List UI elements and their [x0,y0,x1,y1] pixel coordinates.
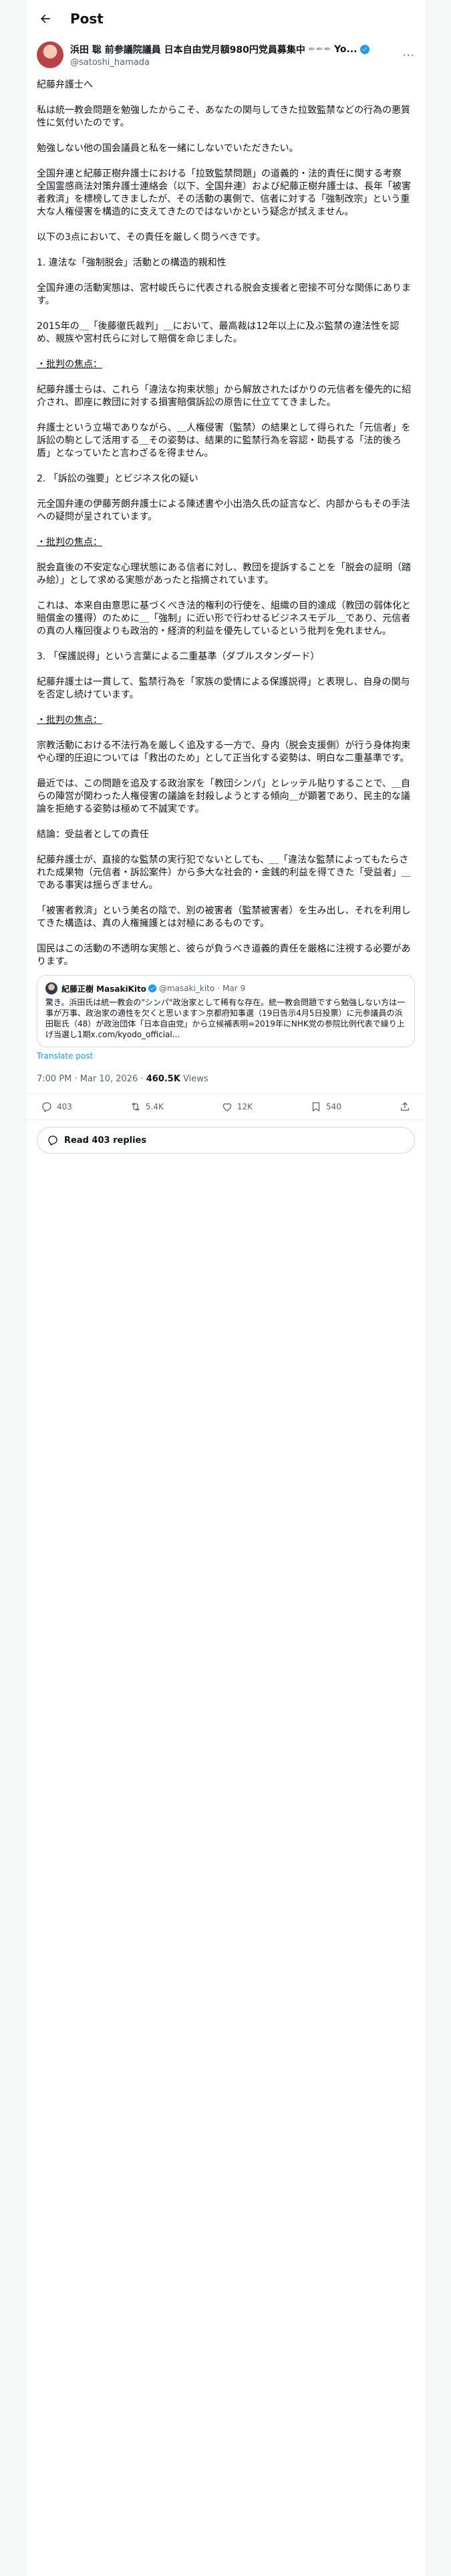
repost-icon [132,1102,140,1111]
repost-button[interactable]: 5.4K [130,1101,164,1113]
post-paragraph: ・批判の焦点： [37,715,102,726]
post-paragraph: 紀藤弁護士らは、これら「違法な拘束状態」から解放されたばかりの元信者を優先的に紹… [37,385,412,408]
post-paragraph: 国民はこの活動の不透明な実態と、彼らが負うべき道義的責任を厳格に注視する必要があ… [37,944,411,967]
post-paragraph: 脱会直後の不安定な心理状態にある信者に対し、教団を提訴することを「脱会の証明（踏… [37,562,411,586]
post-column: Post 浜田 聡 前参議院議員 日本自由党月額980円党員募集中 ✒✒✒ Yo… [25,0,426,2576]
bookmark-icon [312,1102,320,1112]
post-paragraph: 最近では、この問題を追及する政治家を「教団シンパ」とレッテル貼りすることで、＿自… [37,778,411,815]
post-paragraph: 「被害者救済」という美名の陰で、別の被害者（監禁被害者）を生み出し、それを利用し… [37,905,411,929]
avatar[interactable] [37,41,63,68]
bookmark-count: 540 [326,1102,341,1111]
post-author: 浜田 聡 前参議院議員 日本自由党月額980円党員募集中 ✒✒✒ Yo... @… [26,37,426,68]
quoted-date: Mar 9 [222,984,246,993]
quoted-post[interactable]: 紀藤正樹 MasakiKito @masaki_kito · Mar 9 驚き。… [37,975,415,1047]
post-paragraph: ・批判の焦点： [37,359,102,370]
read-replies-label: Read 403 replies [64,1135,147,1146]
post-meta: 7:00 PM · Mar 10, 2026 · 460.5K Views [26,1061,426,1094]
reply-count: 403 [57,1102,72,1111]
more-options-icon[interactable]: ··· [396,49,415,62]
reply-button[interactable]: 403 [41,1101,72,1113]
pencil-emoji-icons: ✒✒✒ [307,43,332,55]
post-paragraph: 全国弁連の活動実態は、宮村峻氏らに代表される脱会支援者と密接不可分な関係にありま… [37,283,411,306]
read-replies-button[interactable]: Read 403 replies [37,1127,415,1154]
quoted-text: 驚き。浜田氏は統一教会の"シンパ"政治家として稀有な存在。統一教会問題ですら勉強… [45,998,406,1039]
post-paragraph: 2015年の＿「後藤徹氏裁判」＿において、最高裁は12年以上に及ぶ監禁の違法性を… [37,321,400,344]
post-paragraph: 結論：受益者としての責任 [37,829,149,840]
post-paragraph: 紀藤弁護士へ [37,80,93,90]
translate-post-link[interactable]: Translate post [26,1047,426,1061]
share-icon [401,1102,409,1111]
page-title: Post [70,11,104,27]
quoted-author-name: 紀藤正樹 MasakiKito [61,984,146,994]
verified-badge-icon [359,44,369,54]
post-paragraph: 元全国弁連の伊藤芳朗弁護士による陳述書や小出浩久氏の証言など、内部からもその手法… [37,499,410,522]
post-paragraph: 全国弁連と紀藤正樹弁護士における「拉致監禁問題」の道義的・法的責任に関する考察 … [37,169,411,217]
reply-icon [48,1136,57,1146]
arrow-left-icon [41,14,50,23]
quoted-avatar [45,982,57,994]
post-paragraph: 弁護士という立場でありながら、＿人権侵害（監禁）の結果として得られた「元信者」を… [37,423,411,459]
author-display-name[interactable]: 浜田 聡 前参議院議員 日本自由党月額980円党員募集中 [70,43,305,56]
bookmark-button[interactable]: 540 [310,1101,341,1113]
post-paragraph: 3. 「保護説得」という言葉による二重基準（ダブルスタンダード） [37,651,320,662]
repost-count: 5.4K [145,1102,164,1111]
heart-icon [222,1103,232,1111]
post-body: 紀藤弁護士へ 私は統一教会問題を勉強したからこそ、あなたの関与してきた拉致監禁な… [26,68,426,968]
like-count: 12K [237,1102,253,1111]
verified-badge-icon [148,984,156,992]
post-paragraph: 2. 「訴訟の強要」とビジネス化の疑い [37,473,198,484]
share-button[interactable] [399,1101,411,1113]
views-count: 460.5K [146,1074,180,1084]
post-paragraph: 紀藤弁護士が、直接的な監禁の実行犯でないとしても、＿「違法な監禁によってもたらさ… [37,855,411,891]
post-paragraph: これは、本来自由意思に基づくべき法的権利の行使を、組織の目的達成（教団の弱体化と… [37,601,411,637]
post-paragraph: 勉強しない他の国会議員と私を一緒にしないでいただきたい。 [37,143,299,154]
post-paragraph: 私は統一教会問題を勉強したからこそ、あなたの関与してきた拉致監禁などの行為の悪質… [37,105,411,128]
like-button[interactable]: 12K [221,1101,253,1113]
top-bar: Post [26,0,426,37]
post-paragraph: 紀藤弁護士は一貫して、監禁行為を「家族の愛情による保護説得」と表現し、自身の関与… [37,677,410,700]
author-handle[interactable]: @satoshi_hamada [70,58,396,68]
action-bar: 403 5.4K 12K 540 [26,1094,426,1120]
views-label: Views [183,1074,208,1084]
post-paragraph: ・批判の焦点： [37,537,102,548]
reply-icon [42,1102,51,1113]
post-paragraph: 以下の3点において、その責任を厳しく問うべきです。 [37,232,266,243]
post-paragraph: 1. 違法な「強制脱会」活動との構造的親和性 [37,257,227,268]
quoted-author-handle: @masaki_kito [158,984,215,993]
post-paragraph: 宗教活動における不法行為を厳しく追及する一方で、身内（脱会支援側）が行う身体拘束… [37,740,411,764]
post-timestamp[interactable]: 7:00 PM · Mar 10, 2026 [37,1074,138,1084]
author-name-suffix[interactable]: Yo... [334,44,357,55]
back-button[interactable] [34,7,57,30]
